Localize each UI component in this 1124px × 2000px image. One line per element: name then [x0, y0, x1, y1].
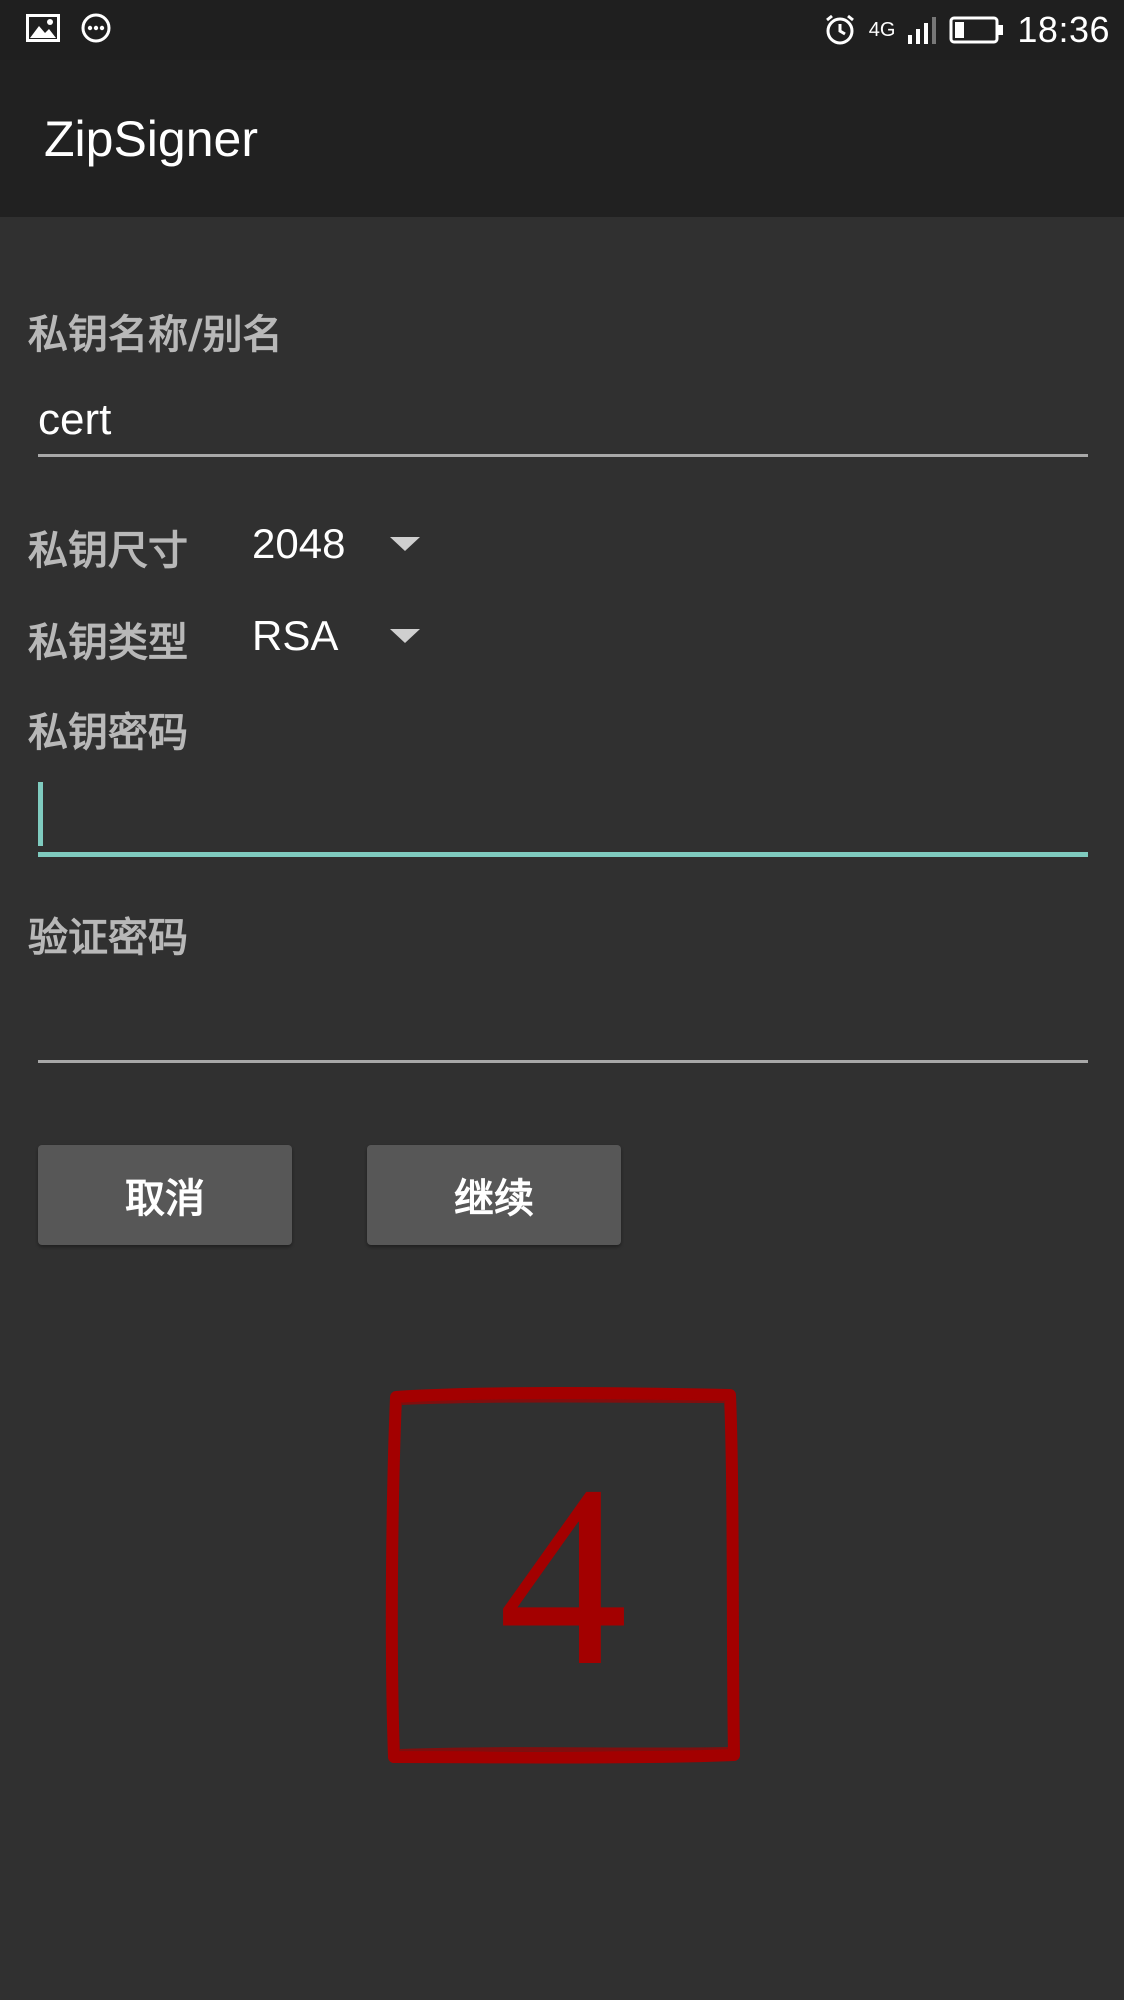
key-type-value: RSA: [252, 612, 339, 659]
status-bar: 4G 18:36: [0, 0, 1124, 60]
network-type: 4G: [868, 18, 896, 41]
password-input[interactable]: [38, 790, 1088, 857]
confirm-password-label: 验证密码: [28, 915, 188, 961]
alias-input[interactable]: [38, 392, 1088, 457]
signal-icon: [908, 17, 937, 44]
key-type-label: 私钥类型: [28, 620, 188, 666]
key-size-value: 2048: [252, 520, 346, 567]
confirm-password-input[interactable]: [38, 998, 1088, 1063]
stamp: 4: [382, 1385, 744, 1767]
chevron-down-icon: [390, 537, 420, 551]
password-label: 私钥密码: [28, 710, 188, 756]
app-title: ZipSigner: [44, 111, 258, 167]
message-icon: [81, 13, 111, 43]
continue-button[interactable]: 继续: [367, 1145, 621, 1245]
app-bar: ZipSigner: [0, 60, 1124, 217]
alarm-icon: [825, 14, 854, 45]
status-time: 18:36: [1017, 9, 1110, 50]
status-right: 4G 18:36: [823, 6, 1110, 54]
image-icon: [26, 14, 60, 42]
stamp-digit: 4: [498, 1432, 628, 1720]
status-left: [26, 12, 112, 44]
key-size-label: 私钥尺寸: [28, 528, 188, 574]
chevron-down-icon: [390, 629, 420, 643]
cancel-button[interactable]: 取消: [38, 1145, 292, 1245]
battery-icon: [949, 16, 1004, 44]
alias-label: 私钥名称/别名: [28, 312, 283, 358]
text-caret: [38, 782, 43, 846]
